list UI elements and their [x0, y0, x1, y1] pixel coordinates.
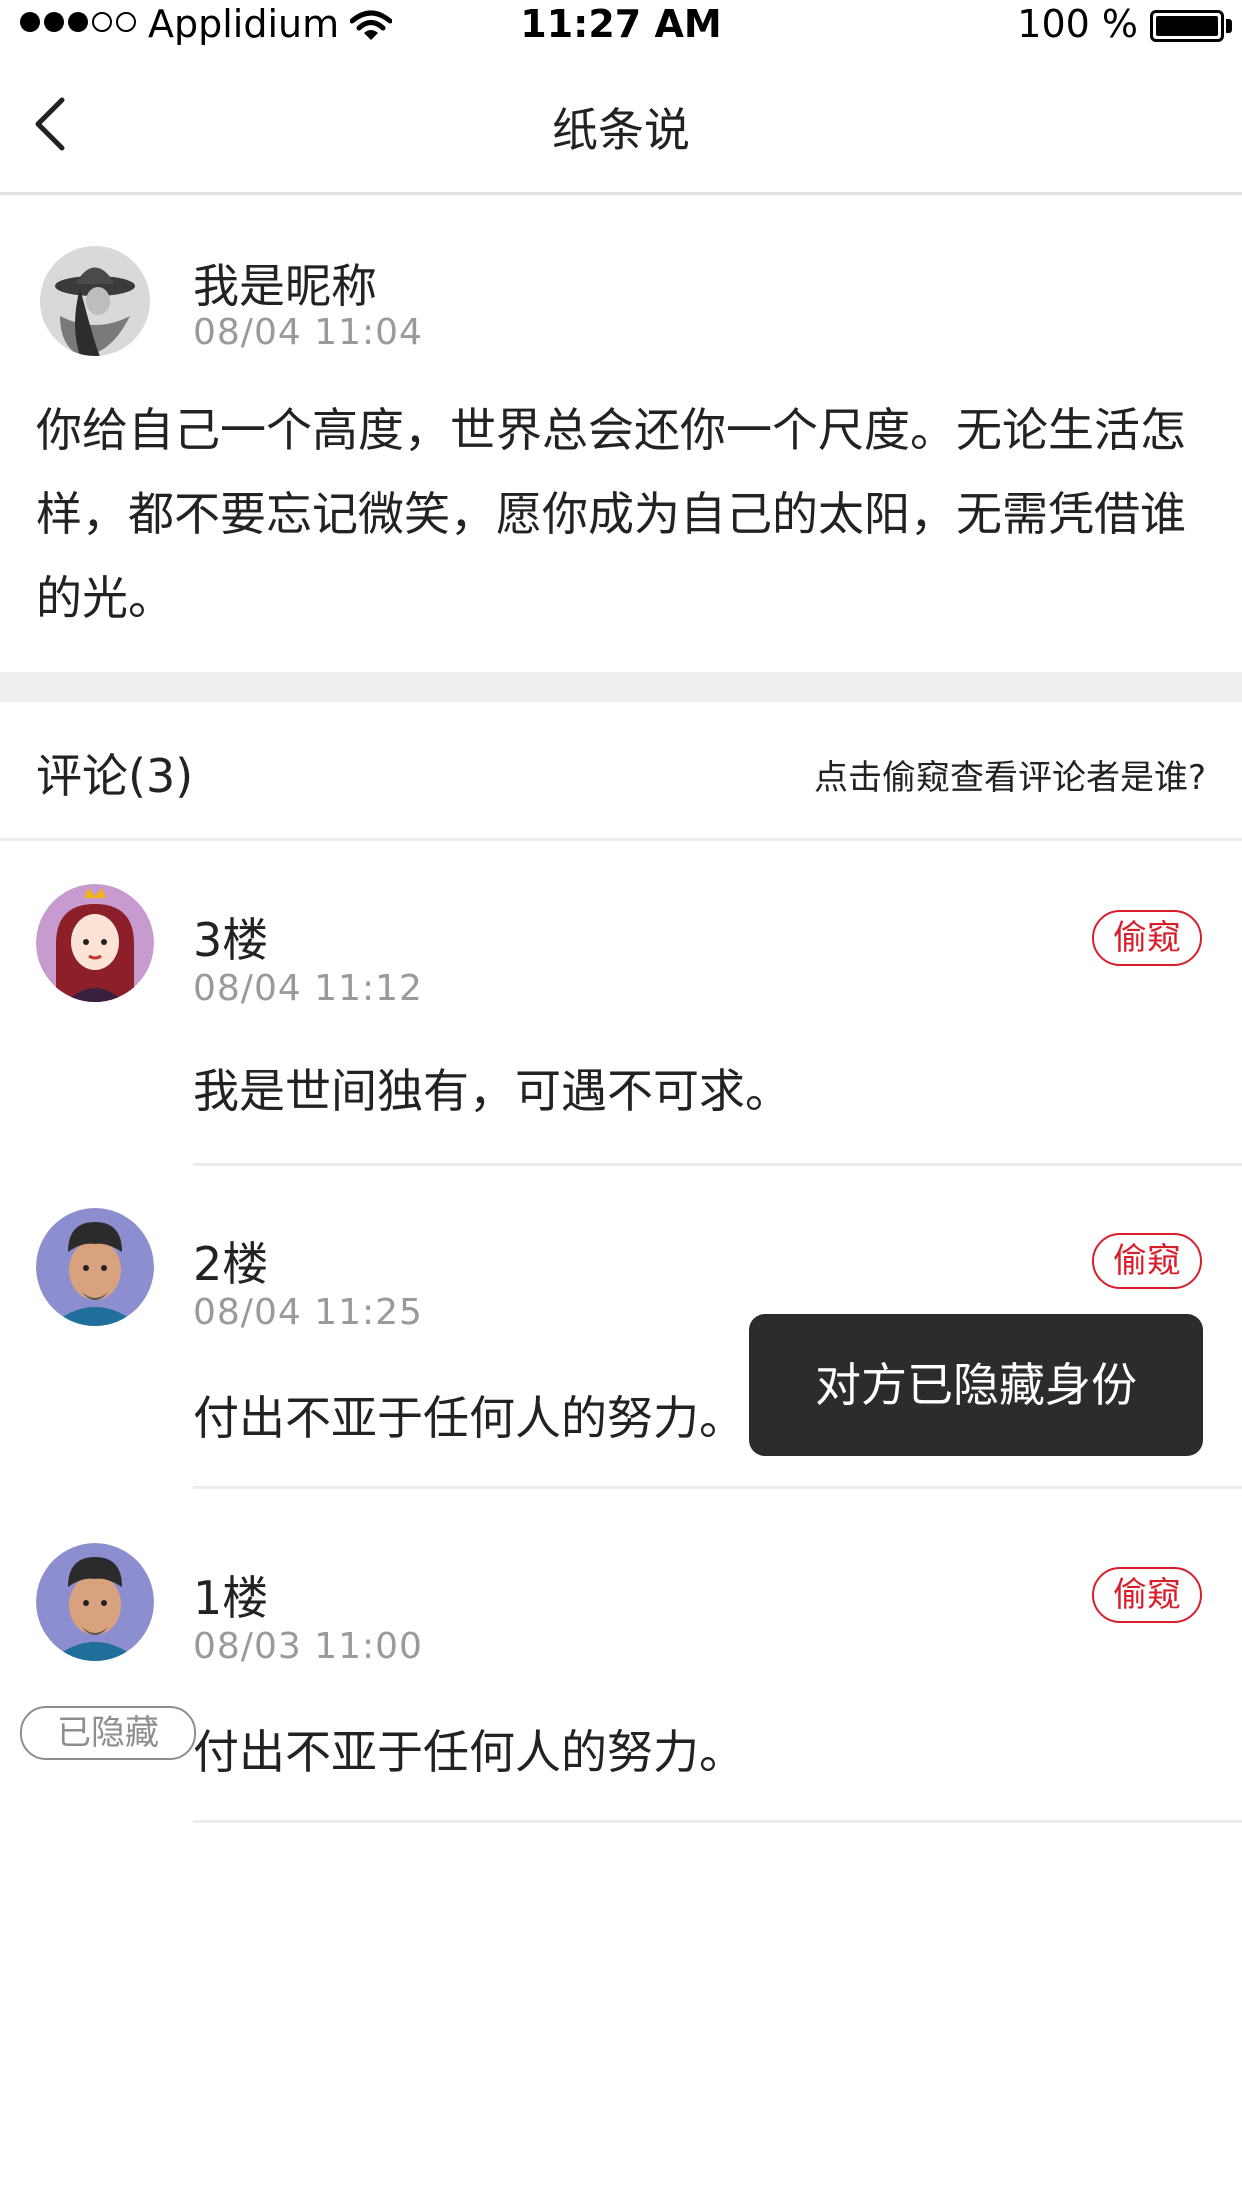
page-title: 纸条说	[552, 103, 690, 157]
battery-percent: 100 %	[1017, 2, 1138, 46]
peek-button[interactable]: 偷窥	[1092, 910, 1202, 966]
peek-button[interactable]: 偷窥	[1092, 1567, 1202, 1623]
comment-floor: 3楼	[193, 913, 269, 967]
battery-icon	[1150, 10, 1224, 42]
comment-divider	[193, 1486, 1242, 1489]
commenter-avatar[interactable]	[36, 1543, 154, 1661]
toast-message: 对方已隐藏身份	[749, 1314, 1203, 1456]
post-timestamp: 08/04 11:04	[193, 312, 423, 353]
comments-title: 评论(3)	[36, 749, 194, 803]
comment-text: 付出不亚于任何人的努力。	[193, 1391, 745, 1445]
nav-bar: 纸条说	[0, 56, 1242, 195]
comment-timestamp: 08/04 11:12	[193, 968, 423, 1009]
comment-divider	[193, 1163, 1242, 1166]
commenter-avatar[interactable]	[36, 1208, 154, 1326]
post-content: 你给自己一个高度，世界总会还你一个尺度。无论生活怎样，都不要忘记微笑，愿你成为自…	[36, 403, 1186, 625]
peek-button[interactable]: 偷窥	[1092, 1233, 1202, 1289]
comments-header: 评论(3) 点击偷窥查看评论者是谁?	[0, 702, 1242, 841]
comment-divider	[193, 1820, 1242, 1823]
status-bar: Applidium 11:27 AM 100 %	[0, 0, 1242, 56]
battery-tip	[1226, 19, 1232, 33]
comment-text: 付出不亚于任何人的努力。	[193, 1725, 745, 1779]
comment-floor: 2楼	[193, 1237, 269, 1291]
comment-floor: 1楼	[193, 1571, 269, 1625]
post-author-avatar[interactable]	[40, 246, 150, 356]
comment-timestamp: 08/03 11:00	[193, 1626, 423, 1667]
commenter-avatar[interactable]	[36, 884, 154, 1002]
section-separator	[0, 672, 1242, 702]
comment-timestamp: 08/04 11:25	[193, 1292, 423, 1333]
comment-text: 我是世间独有，可遇不可求。	[193, 1064, 791, 1118]
comments-hint: 点击偷窥查看评论者是谁?	[813, 758, 1206, 798]
post-author-name[interactable]: 我是昵称	[193, 250, 377, 316]
hidden-badge: 已隐藏	[20, 1706, 196, 1760]
